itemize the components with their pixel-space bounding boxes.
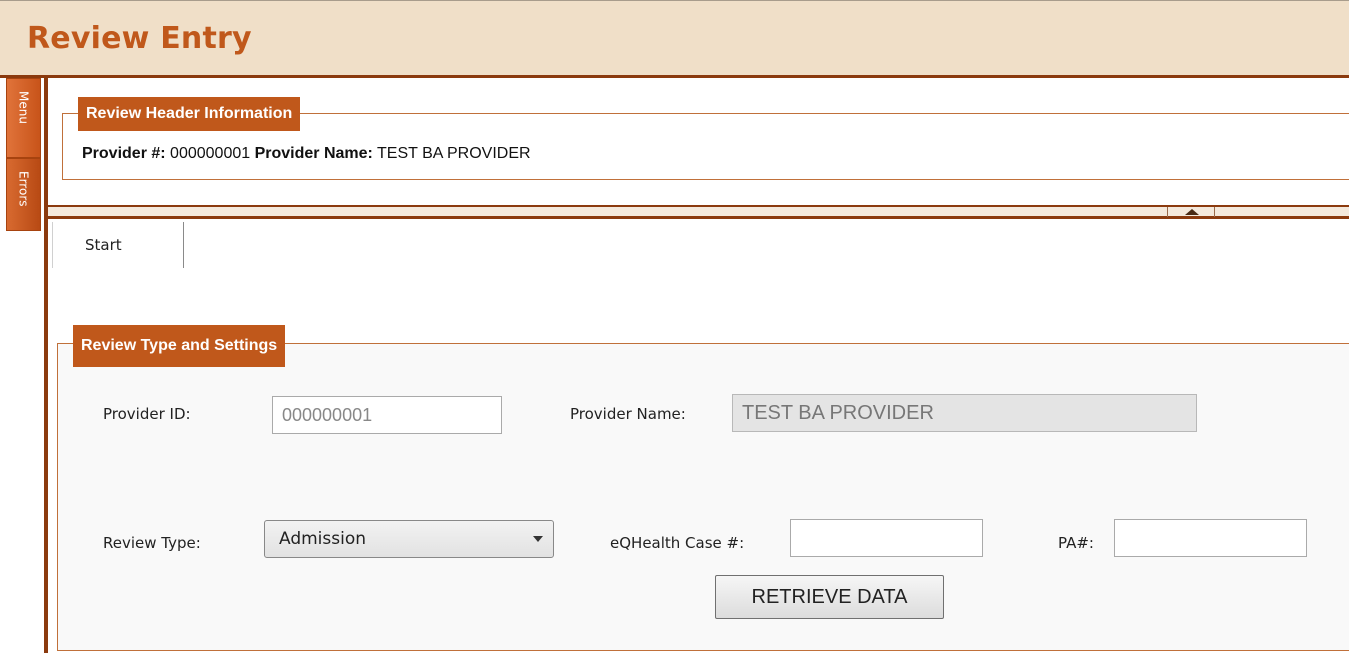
menu-side-tab-label: Menu xyxy=(16,91,31,124)
provider-name-label: Provider Name: xyxy=(254,145,373,162)
tab-start-label: Start xyxy=(85,236,122,254)
errors-side-tab-label: Errors xyxy=(16,171,31,207)
case-number-label: eQHealth Case #: xyxy=(610,534,745,552)
provider-id-field[interactable]: 000000001 xyxy=(272,396,502,434)
review-settings-panel xyxy=(57,343,1349,651)
collapse-up-icon[interactable] xyxy=(1167,207,1215,217)
title-bar: Review Entry xyxy=(0,0,1349,78)
provider-num-label: Provider #: xyxy=(82,145,166,162)
left-divider xyxy=(44,78,48,653)
provider-num-value: 000000001 xyxy=(170,145,251,162)
review-type-label: Review Type: xyxy=(103,534,201,552)
review-settings-legend: Review Type and Settings xyxy=(73,325,286,367)
tab-strip xyxy=(48,219,1349,267)
provider-id-label: Provider ID: xyxy=(103,405,191,423)
provider-name-field: TEST BA PROVIDER xyxy=(732,394,1197,432)
tab-start[interactable]: Start xyxy=(52,222,184,268)
provider-name-label: Provider Name: xyxy=(570,405,686,423)
splitter-bar[interactable] xyxy=(48,205,1349,219)
chevron-down-icon xyxy=(533,536,543,542)
provider-summary-line: Provider #: 000000001 Provider Name: TES… xyxy=(82,145,531,163)
errors-side-tab[interactable]: Errors xyxy=(6,158,41,231)
review-type-dropdown[interactable]: Admission xyxy=(264,520,554,558)
pa-number-label: PA#: xyxy=(1058,534,1094,552)
review-type-value: Admission xyxy=(279,529,367,549)
retrieve-data-button[interactable]: RETRIEVE DATA xyxy=(715,575,944,619)
review-header-legend: Review Header Information xyxy=(78,97,301,131)
provider-name-value: TEST BA PROVIDER xyxy=(377,145,531,162)
case-number-field[interactable] xyxy=(790,519,983,557)
pa-number-field[interactable] xyxy=(1114,519,1307,557)
page-title: Review Entry xyxy=(27,21,252,56)
menu-side-tab[interactable]: Menu xyxy=(6,78,41,158)
